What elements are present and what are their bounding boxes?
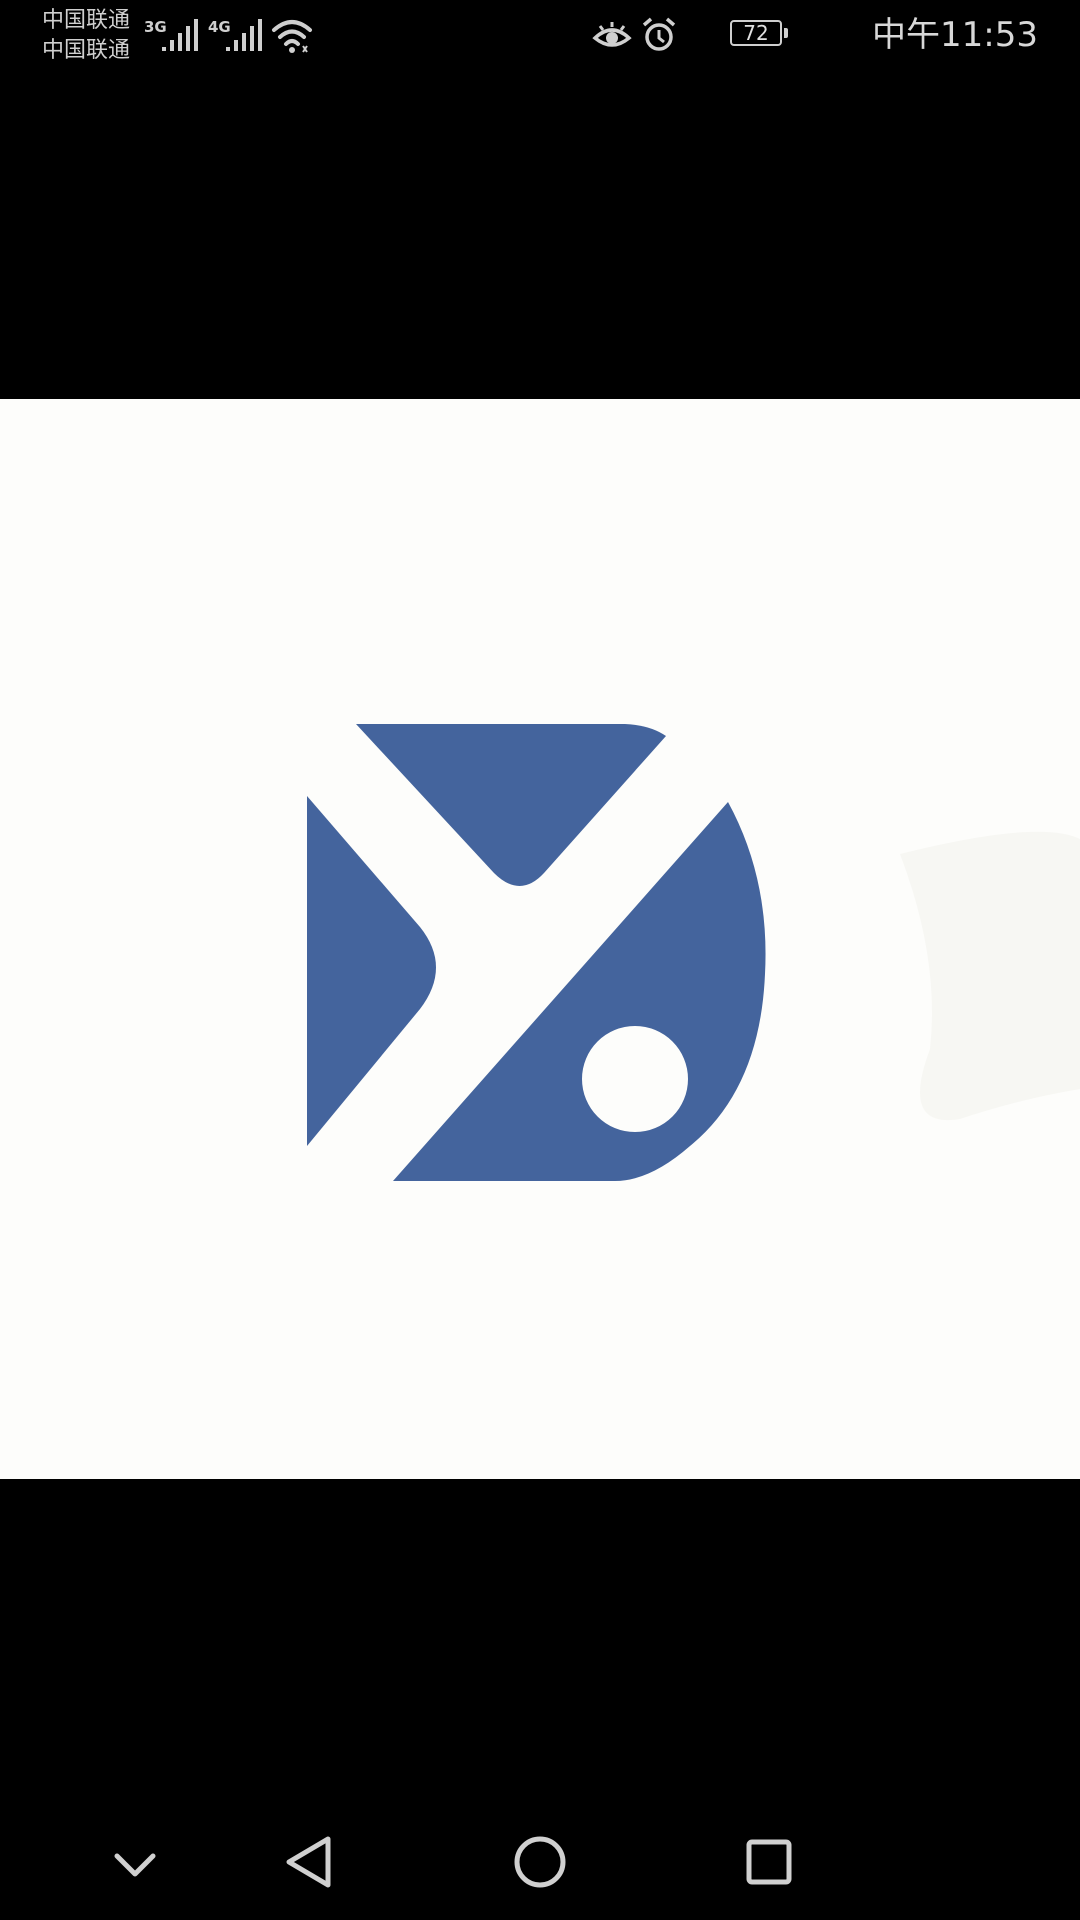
network-3g-label: 3G <box>144 18 167 36</box>
collapse-chevron-icon <box>114 1853 156 1877</box>
signal-3g-icon: 3G <box>144 18 198 51</box>
alarm-icon <box>642 17 676 51</box>
carrier-labels: 中国联通 中国联通 <box>42 6 130 66</box>
signal-4g-icon: 4G <box>208 18 262 51</box>
battery-icon: 72 <box>730 20 788 46</box>
wifi-icon <box>272 20 312 53</box>
back-button[interactable] <box>249 1800 369 1920</box>
network-4g-label: 4G <box>208 18 231 36</box>
recents-icon <box>746 1839 792 1885</box>
status-clock: 中午11:53 <box>872 15 1038 55</box>
navigation-bar <box>0 1800 1080 1920</box>
carrier-2: 中国联通 <box>42 38 131 63</box>
home-button[interactable] <box>480 1800 600 1920</box>
collapse-button[interactable] <box>75 1800 195 1920</box>
status-bar: 中国联通 中国联通 3G 4G 72 中午11:53 <box>0 0 1080 76</box>
logo-image <box>307 724 1080 1181</box>
back-icon <box>286 1836 331 1888</box>
carrier-1: 中国联通 <box>42 8 131 33</box>
home-icon <box>514 1836 566 1888</box>
recents-button[interactable] <box>709 1800 829 1920</box>
eye-icon <box>592 22 632 47</box>
image-viewer[interactable] <box>0 399 1080 1479</box>
